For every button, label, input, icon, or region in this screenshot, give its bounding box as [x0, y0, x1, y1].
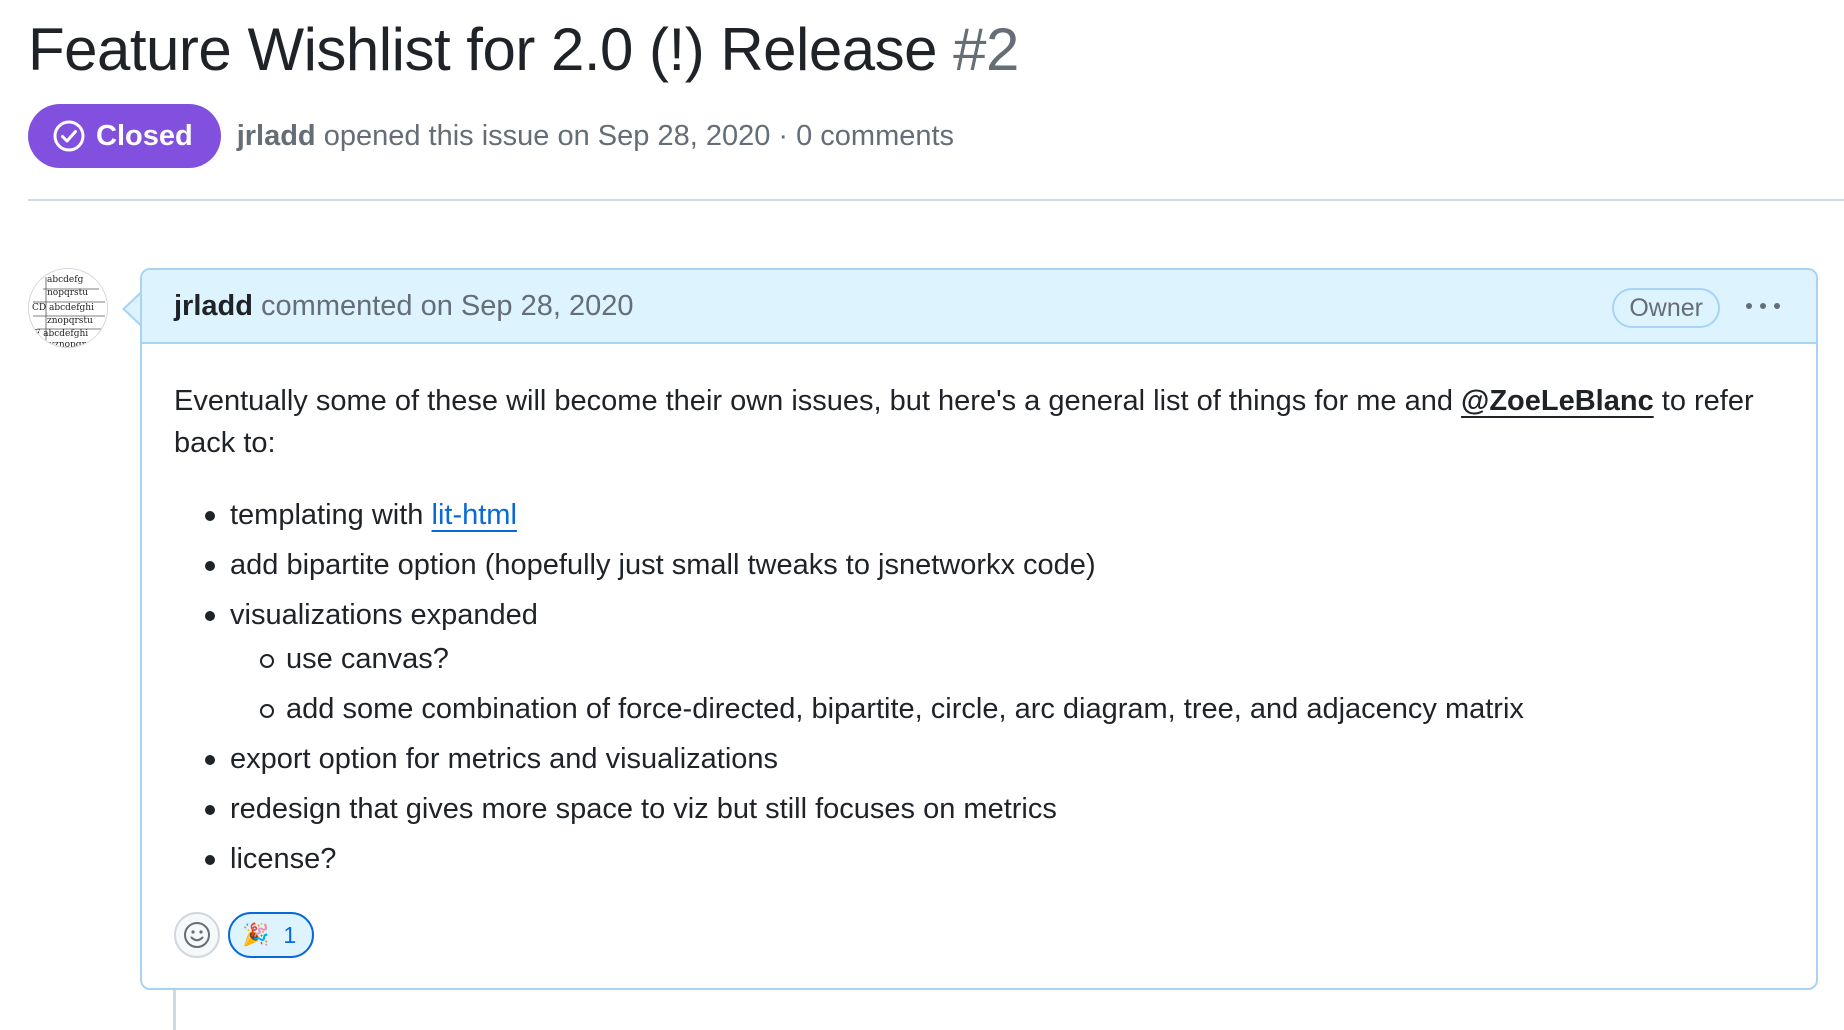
- issue-meta-suffix: opened this issue on Sep 28, 2020 · 0 co…: [323, 119, 955, 152]
- issue-page: Feature Wishlist for 2.0 (!) Release #2 …: [0, 0, 1844, 1030]
- sub-list-item: add some combination of force-directed, …: [230, 688, 1784, 730]
- smiley-icon: [184, 922, 210, 948]
- owner-badge: Owner: [1612, 288, 1720, 328]
- user-mention-link[interactable]: @ZoeLeBlanc: [1461, 385, 1654, 417]
- list-item: export option for metrics and visualizat…: [174, 738, 1784, 780]
- issue-number: #2: [953, 16, 1019, 83]
- wishlist: templating with lit-html add bipartite o…: [174, 494, 1784, 880]
- list-item-text: templating with: [230, 499, 424, 531]
- reactions-bar: 🎉 1: [174, 912, 315, 958]
- avatar-line-3: CD abcdefghi: [32, 303, 94, 313]
- lit-html-link[interactable]: lit-html: [432, 499, 517, 531]
- avatar-line-2: nopqrstu: [47, 288, 88, 298]
- comment-header: jrladd commented on Sep 28, 2020 Owner: [142, 270, 1816, 344]
- reaction-count: 1: [283, 921, 297, 948]
- intro-text: Eventually some of these will become the…: [174, 385, 1453, 417]
- list-item: visualizations expanded use canvas? add …: [174, 594, 1784, 730]
- avatar-image: abcdefg nopqrstu CD abcdefghi znopqrstu …: [29, 269, 107, 348]
- add-reaction-button[interactable]: [174, 912, 220, 958]
- list-item-text: export option for metrics and visualizat…: [230, 743, 779, 775]
- tada-icon: 🎉: [242, 922, 270, 947]
- avatar[interactable]: abcdefg nopqrstu CD abcdefghi znopqrstu …: [28, 268, 108, 348]
- comment-header-text: jrladd commented on Sep 28, 2020: [174, 290, 633, 323]
- sub-list-item-text: add some combination of force-directed, …: [286, 693, 1524, 725]
- comment-author-link[interactable]: jrladd: [174, 290, 253, 322]
- avatar-line-4: znopqrstu: [47, 316, 93, 326]
- list-item: add bipartite option (hopefully just sma…: [174, 544, 1784, 586]
- issue-author-link[interactable]: jrladd: [237, 120, 316, 152]
- sub-list-item: use canvas?: [230, 638, 1784, 680]
- list-item-text: redesign that gives more space to viz bu…: [230, 793, 1057, 825]
- sub-list-item-text: use canvas?: [286, 643, 449, 675]
- list-item-text: license?: [230, 843, 337, 875]
- issue-meta: Closed jrladd opened this issue on Sep 2…: [28, 104, 954, 168]
- state-badge: Closed: [28, 104, 221, 168]
- list-item: license?: [174, 838, 1784, 880]
- timeline-line: [173, 990, 176, 1030]
- comment-action-text[interactable]: commented on Sep 28, 2020: [261, 290, 633, 322]
- header-divider: [28, 199, 1844, 201]
- issue-title: Feature Wishlist for 2.0 (!) Release #2: [28, 14, 1019, 86]
- state-label: Closed: [96, 119, 193, 152]
- issue-meta-text: jrladd opened this issue on Sep 28, 2020…: [237, 120, 954, 153]
- reaction-tada-button[interactable]: 🎉 1: [228, 912, 315, 958]
- comment-intro: Eventually some of these will become the…: [174, 380, 1794, 464]
- avatar-line-6: yznopqr: [48, 340, 87, 348]
- issue-title-text: Feature Wishlist for 2.0 (!) Release: [28, 16, 937, 83]
- list-item-text: add bipartite option (hopefully just sma…: [230, 549, 1096, 581]
- kebab-horizontal-icon[interactable]: [1746, 298, 1780, 314]
- comment-body: Eventually some of these will become the…: [142, 344, 1816, 880]
- issue-closed-icon: [53, 120, 85, 152]
- list-item: redesign that gives more space to viz bu…: [174, 788, 1784, 830]
- comment-card: jrladd commented on Sep 28, 2020 Owner E…: [140, 268, 1818, 990]
- list-item-text: visualizations expanded: [230, 599, 538, 631]
- avatar-line-5: F abcdefghi: [34, 329, 88, 339]
- sub-list: use canvas? add some combination of forc…: [230, 638, 1784, 730]
- comment-caret-inner: [125, 294, 141, 324]
- avatar-line-1: abcdefg: [47, 275, 84, 285]
- list-item: templating with lit-html: [174, 494, 1784, 536]
